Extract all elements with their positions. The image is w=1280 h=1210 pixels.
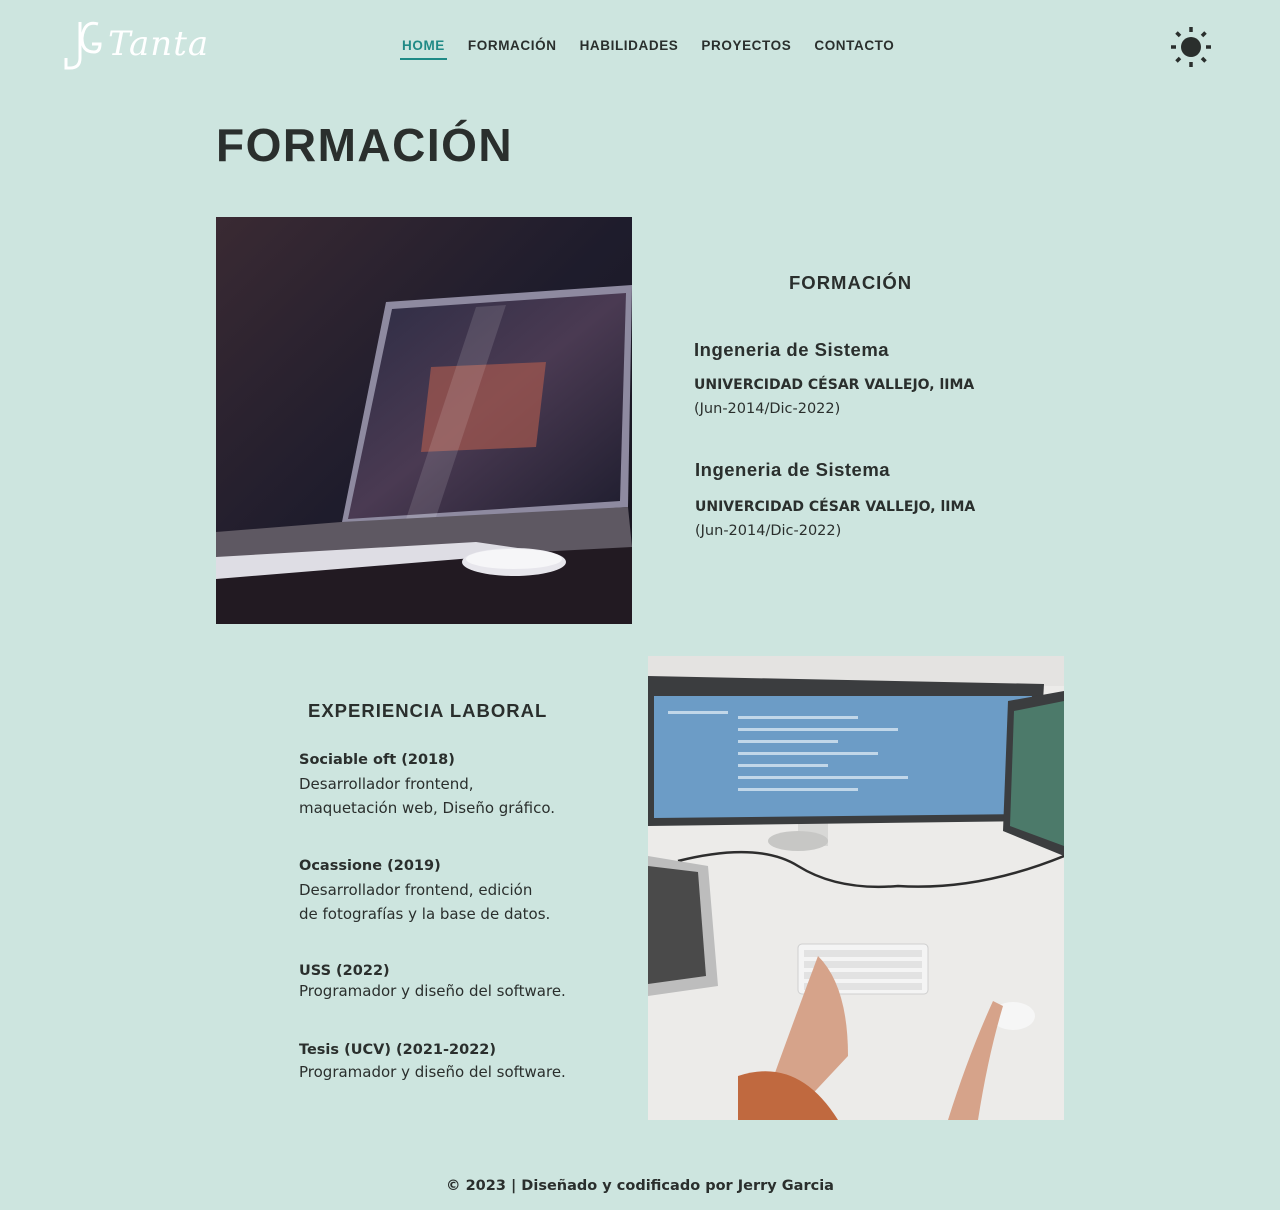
experience-description: Programador y diseño del software.: [299, 1063, 566, 1081]
sun-icon: [1171, 27, 1211, 67]
laptop-photo: [216, 217, 632, 624]
education-degree: Ingeneria de Sistema: [695, 459, 891, 480]
education-item: Ingeneria de Sistema UNIVERCIDAD CÉSAR V…: [694, 339, 974, 417]
logo[interactable]: Tanta: [62, 18, 208, 72]
experience-description: Desarrollador frontend, edición de fotog…: [299, 881, 551, 923]
experience-item: Sociable oft (2018) Desarrollador fronte…: [299, 752, 599, 820]
education-school: UNIVERCIDAD CÉSAR VALLEJO, lIMA: [695, 499, 976, 515]
education-item: Ingeneria de Sistema UNIVERCIDAD CÉSAR V…: [695, 459, 975, 539]
experience-company: Ocassione (2019): [299, 858, 441, 874]
theme-toggle-button[interactable]: [1170, 26, 1212, 68]
education-school: UNIVERCIDAD CÉSAR VALLEJO, lIMA: [694, 377, 975, 393]
education-dates: (Jun-2014/Dic-2022): [695, 523, 842, 539]
footer-credit: © 2023 | Diseñado y codificado por Jerry…: [446, 1178, 834, 1194]
experience-item: Ocassione (2019) Desarrollador frontend,…: [299, 858, 599, 926]
logo-text: Tanta: [108, 24, 210, 64]
experience-company: Tesis (UCV) (2021-2022): [299, 1042, 497, 1058]
nav-item-formacion[interactable]: FORMACIÓN: [466, 38, 559, 60]
experience-item: Tesis (UCV) (2021-2022) Programador y di…: [299, 1042, 599, 1084]
experience-title: EXPERIENCIA LABORAL: [308, 700, 548, 721]
desk-computer-photo: [648, 656, 1064, 1120]
experience-item: USS (2022) Programador y diseño del soft…: [299, 963, 599, 1003]
nav-item-habilidades[interactable]: HABILIDADES: [578, 38, 681, 60]
education-title: FORMACIÓN: [789, 272, 913, 293]
experience-description: Desarrollador frontend, maquetación web,…: [299, 775, 556, 817]
experience-description: Programador y diseño del software.: [299, 982, 566, 1000]
main-nav: HOME FORMACIÓN HABILIDADES PROYECTOS CON…: [400, 38, 915, 60]
page-title: FORMACIÓN: [216, 119, 514, 171]
nav-item-home[interactable]: HOME: [400, 38, 447, 60]
education-degree: Ingeneria de Sistema: [694, 339, 890, 360]
nav-item-contacto[interactable]: CONTACTO: [812, 38, 896, 60]
experience-company: Sociable oft (2018): [299, 752, 455, 768]
experience-company: USS (2022): [299, 963, 390, 979]
nav-item-proyectos[interactable]: PROYECTOS: [699, 38, 793, 60]
education-dates: (Jun-2014/Dic-2022): [694, 401, 841, 417]
